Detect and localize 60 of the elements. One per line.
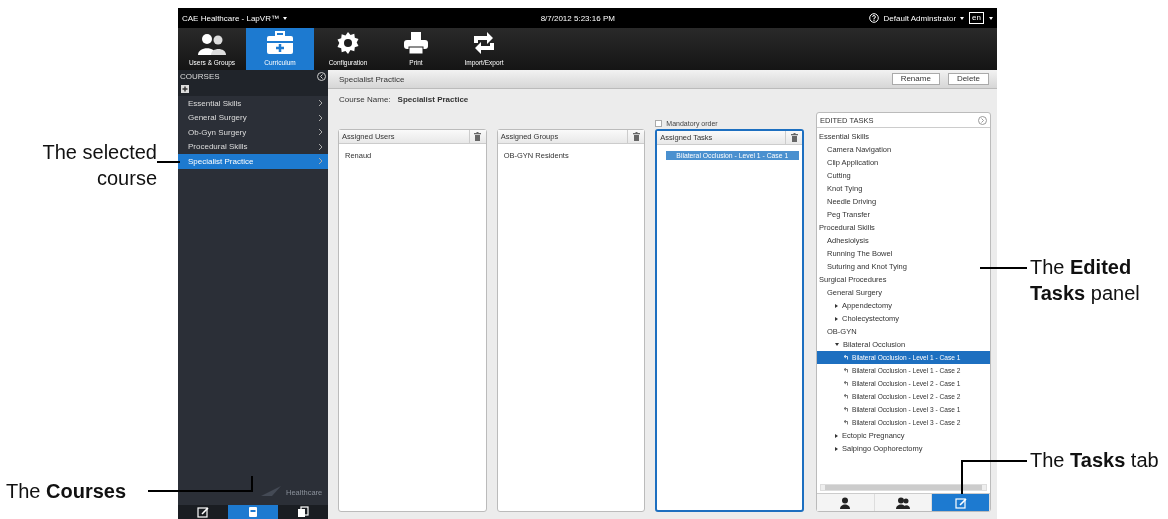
collapse-arrow-icon[interactable]: [835, 343, 839, 346]
expand-arrow-icon[interactable]: [835, 303, 838, 308]
tab[interactable]: [817, 494, 875, 511]
course-name: Specialist Practice: [397, 95, 469, 104]
field-label: Course Name:: [339, 95, 391, 104]
trash-icon: [790, 133, 798, 142]
callout-label: The Edited Tasks panel: [1030, 255, 1141, 306]
course-item[interactable]: Procedural Skills: [178, 139, 328, 154]
course-item[interactable]: Specialist Practice: [178, 154, 328, 169]
action-button[interactable]: Delete: [947, 73, 989, 85]
people-icon: [895, 496, 911, 509]
callout-label: The Tasks tab: [1030, 448, 1160, 473]
edit-icon: [954, 496, 967, 509]
callout-label: The selected course: [41, 140, 157, 191]
caret-icon: [989, 16, 993, 20]
return-arrow-icon: [843, 407, 848, 412]
date-time: 8/7/2012 5:23:16 PM: [540, 13, 615, 23]
swap-arrows-icon: [471, 31, 497, 55]
course-item[interactable]: Essential Skills: [178, 96, 328, 111]
help-icon: [868, 13, 879, 23]
course-title: Specialist Practice: [339, 74, 405, 84]
leader-line: [979, 267, 1028, 269]
return-arrow-icon: [843, 381, 848, 386]
return-arrow-icon: [843, 368, 848, 373]
trash-icon: [474, 132, 482, 141]
leader-line: [156, 161, 181, 163]
user-menu[interactable]: Default Adminstrator: [883, 13, 965, 23]
course-item[interactable]: Ob-Gyn Surgery: [178, 125, 328, 140]
callout-label: The Courses: [6, 479, 127, 504]
tab[interactable]: [874, 494, 933, 511]
expand-arrow-icon[interactable]: [835, 446, 838, 451]
copy-icon: [297, 506, 309, 518]
return-arrow-icon: [843, 355, 848, 360]
scrollbar-thumb[interactable]: [825, 485, 982, 490]
users-icon: [197, 33, 227, 55]
logo-mark-icon: [260, 485, 282, 497]
collapse-icon: [317, 72, 326, 81]
trash-icon: [632, 132, 640, 141]
course-item[interactable]: General Surgery: [178, 110, 328, 125]
person-icon: [839, 496, 852, 509]
return-arrow-icon: [843, 420, 848, 425]
action-button[interactable]: Rename: [891, 73, 940, 85]
caret-icon: [282, 16, 287, 20]
expand-arrow-icon[interactable]: [835, 316, 838, 321]
app-title[interactable]: CAE Healthcare - LapVR™: [182, 13, 287, 23]
return-arrow-icon: [843, 394, 848, 399]
book-icon: [248, 506, 258, 518]
medical-kit-icon: [266, 31, 294, 55]
scrollbar[interactable]: [820, 484, 987, 491]
expand-arrow-icon[interactable]: [835, 433, 838, 438]
edit-icon: [197, 506, 209, 518]
caret-icon: [960, 16, 965, 20]
printer-icon: [403, 31, 429, 55]
panel-title: COURSES: [180, 72, 220, 81]
settings-icon: [336, 31, 360, 55]
expand-icon: [978, 115, 987, 125]
leader-line: [961, 460, 1028, 495]
language-button[interactable]: en: [969, 12, 984, 24]
checkbox[interactable]: [655, 120, 663, 127]
add-icon: [181, 85, 189, 93]
